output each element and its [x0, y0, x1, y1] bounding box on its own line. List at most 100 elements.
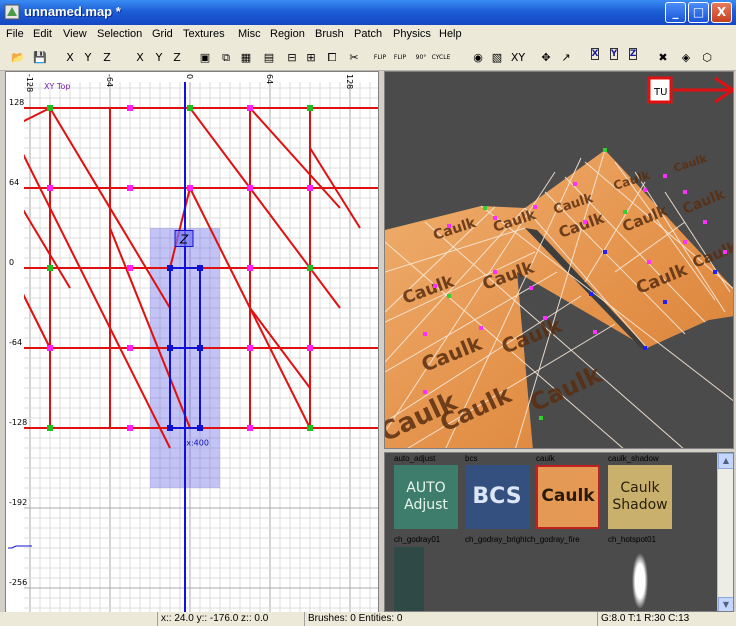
vertex-point[interactable] [47, 105, 53, 111]
menu-patch[interactable]: Patch [354, 28, 382, 40]
vertex-point[interactable] [683, 240, 687, 244]
texture-scrollbar[interactable]: ▲ ▼ [717, 453, 733, 611]
xy-top-view[interactable]: Zx:400 -128 -64 0 64 128 128 64 0 -64 -128 -192 -256… [5, 71, 379, 613]
vertex-point[interactable] [583, 220, 587, 224]
menu-grid[interactable]: Grid [152, 28, 173, 40]
vertex-point[interactable] [593, 330, 597, 334]
csg-subtract-icon[interactable]: ⊟ [282, 48, 302, 68]
vertex-point[interactable] [533, 205, 537, 209]
vertex-point[interactable] [539, 416, 543, 420]
select-partial-icon[interactable]: ▤ [259, 48, 279, 68]
rotate-z-icon[interactable]: Z [167, 48, 187, 68]
menu-view[interactable]: View [63, 28, 87, 40]
vertex-point[interactable] [647, 260, 651, 264]
selected-vertex[interactable] [197, 265, 203, 271]
vertex-point[interactable] [573, 182, 577, 186]
vertex-point[interactable] [247, 345, 253, 351]
title-bar[interactable]: unnamed.map * _ □ X [0, 0, 736, 25]
menu-misc[interactable]: Misc [238, 28, 261, 40]
vertex-point[interactable] [247, 185, 253, 191]
vertex-point[interactable] [723, 250, 727, 254]
vertex-point[interactable] [187, 185, 193, 191]
vertex-point[interactable] [623, 210, 627, 214]
vertex-point[interactable] [447, 224, 451, 228]
selected-vertex[interactable] [197, 345, 203, 351]
rotate-mode-icon[interactable]: ✥ [536, 48, 556, 68]
vertex-point[interactable] [247, 265, 253, 271]
no-patch-icon[interactable]: ✖ [653, 48, 673, 68]
save-icon[interactable]: 💾 [30, 48, 50, 68]
menu-brush[interactable]: Brush [315, 28, 344, 40]
texture-rotate-icon[interactable]: 90° [411, 48, 431, 68]
flip-y-icon[interactable]: Y [78, 48, 98, 68]
open-icon[interactable]: 📂 [8, 48, 28, 68]
vertex-point[interactable] [663, 300, 667, 304]
vertex-point[interactable] [423, 390, 427, 394]
vertex-point[interactable] [127, 265, 133, 271]
selected-vertex[interactable] [197, 425, 203, 431]
texture-tile-ch-godray-brightch-godray-fire[interactable] [465, 547, 529, 611]
minimize-button[interactable]: _ [665, 2, 686, 23]
vertex-point[interactable] [683, 190, 687, 194]
hollow-icon[interactable]: ⧠ [322, 48, 342, 68]
flip-x-icon[interactable]: X [60, 48, 80, 68]
vertex-point[interactable] [543, 316, 547, 320]
vertex-point[interactable] [493, 216, 497, 220]
vertex-point[interactable] [423, 332, 427, 336]
camera-icon[interactable]: ◉ [468, 48, 488, 68]
vertex-point[interactable] [127, 345, 133, 351]
vertex-point[interactable] [479, 326, 483, 330]
vertex-point[interactable] [127, 105, 133, 111]
cycle-layer-icon[interactable]: CYCLE [431, 48, 451, 68]
vertex-point[interactable] [589, 292, 593, 296]
vertex-point[interactable] [247, 425, 253, 431]
cap-icon[interactable]: ⬡ [697, 48, 717, 68]
menu-selection[interactable]: Selection [97, 28, 142, 40]
vertex-point[interactable] [529, 286, 533, 290]
clipper-icon[interactable]: ✂ [344, 48, 364, 68]
vertex-point[interactable] [433, 284, 437, 288]
patch-tool-icon[interactable]: ◈ [676, 48, 696, 68]
vertex-point[interactable] [127, 425, 133, 431]
vertex-point[interactable] [247, 105, 253, 111]
vertex-point[interactable] [493, 270, 497, 274]
texture-tile-ch-godray01[interactable] [394, 547, 424, 611]
vertex-point[interactable] [643, 346, 647, 350]
vertex-point[interactable] [127, 185, 133, 191]
csg-merge-icon[interactable]: ⊞ [301, 48, 321, 68]
vertex-point[interactable] [47, 265, 53, 271]
vertex-point[interactable] [47, 345, 53, 351]
vertex-point[interactable] [47, 425, 53, 431]
texture-view-icon[interactable]: ▧ [487, 48, 507, 68]
axis-y-icon[interactable]: Y [604, 48, 624, 68]
vertex-point[interactable] [603, 250, 607, 254]
vertex-point[interactable] [307, 345, 313, 351]
vertex-point[interactable] [47, 185, 53, 191]
flip-z-icon[interactable]: Z [97, 48, 117, 68]
vertex-point[interactable] [307, 105, 313, 111]
vertex-point[interactable] [483, 206, 487, 210]
vertex-point[interactable] [307, 185, 313, 191]
flip-vertical-icon[interactable]: FLIP [390, 48, 410, 68]
scroll-up-icon[interactable]: ▲ [718, 453, 733, 469]
menu-edit[interactable]: Edit [33, 28, 52, 40]
texture-browser[interactable]: auto_adjust AUTO Adjust bcs BCS caulk Caulk ca… [384, 452, 734, 612]
xy-grid-canvas[interactable]: Zx:400 -128 -64 0 64 128 128 64 0 -64 -128 -192 -256… [6, 72, 379, 613]
vertex-point[interactable] [447, 294, 451, 298]
rotate-x-icon[interactable]: X [130, 48, 150, 68]
vertex-point[interactable] [307, 265, 313, 271]
texture-tile-caulk[interactable]: Caulk [536, 465, 600, 529]
close-button[interactable]: X [711, 2, 732, 23]
selected-vertex[interactable] [167, 425, 173, 431]
axis-x-icon[interactable]: X [585, 48, 605, 68]
select-touching-icon[interactable]: ⧉ [216, 48, 236, 68]
texture-tile-ch-hotspot01[interactable] [608, 547, 672, 611]
camera-canvas[interactable]: Caulk CaulkCaulkCaulkCaulkCaulk CaulkCaulk… [385, 72, 734, 449]
vertex-point[interactable] [713, 270, 717, 274]
texture-tile-auto-adjust[interactable]: AUTO Adjust [394, 465, 458, 529]
maximize-button[interactable]: □ [688, 2, 709, 23]
texture-tile-caulk-shadow[interactable]: Caulk Shadow [608, 465, 672, 529]
vertex-point[interactable] [603, 148, 607, 152]
menu-textures[interactable]: Textures [183, 28, 225, 40]
scale-mode-icon[interactable]: ↗ [556, 48, 576, 68]
